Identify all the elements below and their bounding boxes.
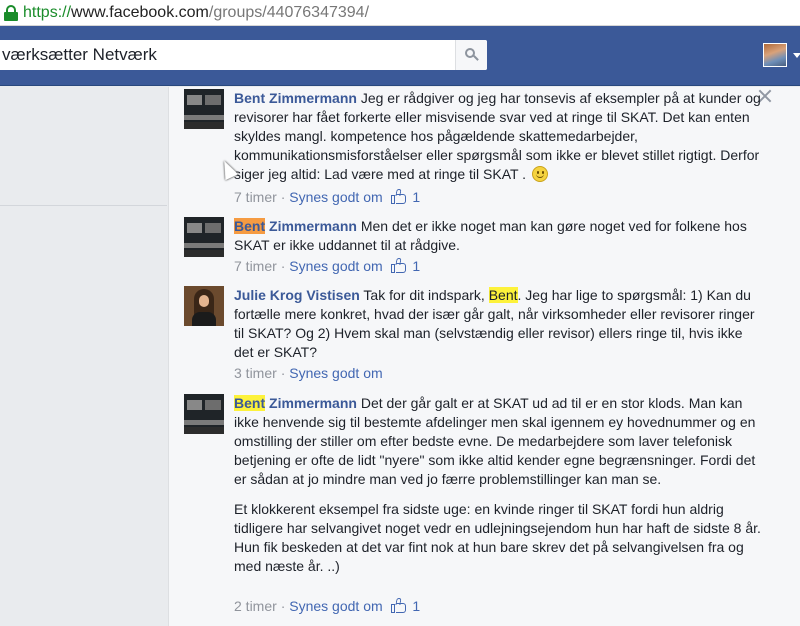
comment-body: Bent Zimmermann Men det er ikke noget ma… bbox=[234, 217, 764, 255]
url-path: /groups/44076347394/ bbox=[208, 3, 370, 21]
avatar[interactable] bbox=[184, 286, 224, 326]
author-link[interactable]: Julie Krog Vistisen bbox=[234, 287, 360, 303]
avatar[interactable] bbox=[184, 89, 224, 129]
timestamp[interactable]: 2 timer bbox=[234, 598, 277, 614]
comment-meta: 2 timer · Synes godt om 1 bbox=[234, 598, 421, 614]
like-count[interactable]: 1 bbox=[412, 598, 420, 614]
timestamp[interactable]: 7 timer bbox=[234, 258, 277, 274]
like-icon[interactable] bbox=[390, 258, 407, 273]
like-icon[interactable] bbox=[390, 189, 407, 204]
avatar[interactable] bbox=[184, 394, 224, 434]
comment-text: Tak for dit indspark, bbox=[363, 287, 485, 303]
search-button[interactable] bbox=[455, 40, 487, 70]
like-button[interactable]: Synes godt om bbox=[289, 258, 382, 274]
search-icon bbox=[464, 48, 479, 62]
like-count[interactable]: 1 bbox=[412, 258, 420, 274]
like-button[interactable]: Synes godt om bbox=[289, 365, 382, 381]
left-column bbox=[0, 87, 167, 626]
facebook-header: værksætter Netværk bbox=[0, 26, 800, 86]
url-scheme: https:// bbox=[23, 3, 72, 21]
comment-body: Bent Zimmermann Jeg er rådgiver og jeg h… bbox=[234, 89, 764, 184]
search-input[interactable]: værksætter Netværk bbox=[0, 45, 455, 65]
comment-meta: 3 timer · Synes godt om bbox=[234, 365, 383, 381]
search-box: værksætter Netværk bbox=[0, 40, 487, 70]
like-icon[interactable] bbox=[390, 598, 407, 613]
author-link[interactable]: Bent Zimmermann bbox=[234, 395, 357, 411]
browser-address-bar[interactable]: https://www.facebook.com/groups/44076347… bbox=[0, 0, 800, 26]
author-link[interactable]: Bent Zimmermann bbox=[234, 218, 357, 234]
author-link[interactable]: Bent Zimmermann bbox=[234, 90, 357, 106]
comment-meta: 7 timer · Synes godt om 1 bbox=[234, 258, 421, 274]
mention[interactable]: Bent bbox=[488, 287, 518, 303]
avatar[interactable] bbox=[184, 217, 224, 257]
timestamp[interactable]: 3 timer bbox=[234, 365, 277, 381]
like-button[interactable]: Synes godt om bbox=[289, 189, 382, 205]
profile-avatar[interactable] bbox=[763, 43, 787, 67]
divider bbox=[0, 205, 167, 206]
like-button[interactable]: Synes godt om bbox=[289, 598, 382, 614]
lock-icon bbox=[4, 4, 18, 21]
comment-text: Et klokkerent eksempel fra sidste uge: e… bbox=[234, 501, 761, 574]
url-text[interactable]: https://www.facebook.com/groups/44076347… bbox=[23, 4, 369, 22]
url-host: www.facebook.com bbox=[71, 3, 209, 21]
chevron-down-icon[interactable] bbox=[793, 53, 800, 58]
like-count[interactable]: 1 bbox=[412, 189, 420, 205]
smiley-icon bbox=[531, 166, 548, 182]
comment-meta: 7 timer · Synes godt om 1 bbox=[234, 189, 421, 205]
timestamp[interactable]: 7 timer bbox=[234, 189, 277, 205]
comment-body: Bent Zimmermann Det der går galt er at S… bbox=[234, 394, 764, 576]
comment-body: Julie Krog Vistisen Tak for dit indspark… bbox=[234, 286, 764, 362]
